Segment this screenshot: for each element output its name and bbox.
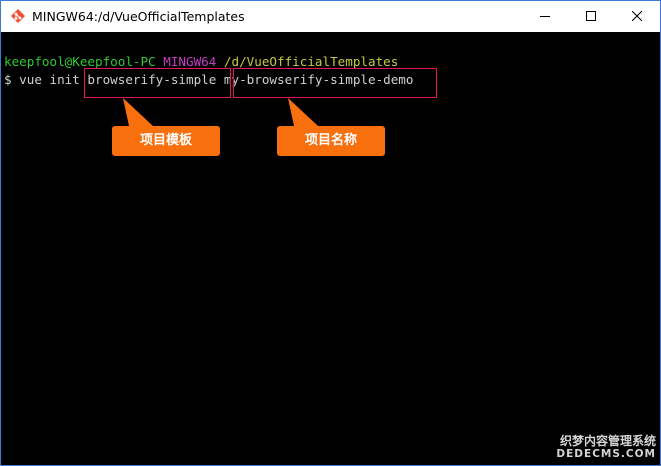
maximize-button[interactable] <box>568 1 614 31</box>
minimize-icon <box>540 16 550 17</box>
minimize-button[interactable] <box>522 1 568 31</box>
terminal-output[interactable]: keepfool@Keepfool-PC MINGW64 /d/VueOffic… <box>1 32 660 465</box>
title-bar[interactable]: MINGW64:/d/VueOfficialTemplates <box>1 1 660 32</box>
terminal-window: MINGW64:/d/VueOfficialTemplates keepfool… <box>0 0 661 466</box>
watermark-line2: DEDECMS.COM <box>556 448 656 460</box>
window-title: MINGW64:/d/VueOfficialTemplates <box>32 9 245 24</box>
project-name-callout-pointer <box>288 98 318 126</box>
template-callout-label: 项目模板 <box>112 126 220 156</box>
close-button[interactable] <box>614 1 660 31</box>
maximize-icon <box>586 11 596 21</box>
watermark-line1: 织梦内容管理系统 <box>559 434 656 448</box>
watermark: 织梦内容管理系统 DEDECMS.COM <box>556 435 656 461</box>
template-callout-pointer <box>123 98 153 126</box>
close-icon <box>632 11 642 21</box>
project-name-callout-label: 项目名称 <box>277 126 385 156</box>
git-bash-icon <box>10 8 26 24</box>
